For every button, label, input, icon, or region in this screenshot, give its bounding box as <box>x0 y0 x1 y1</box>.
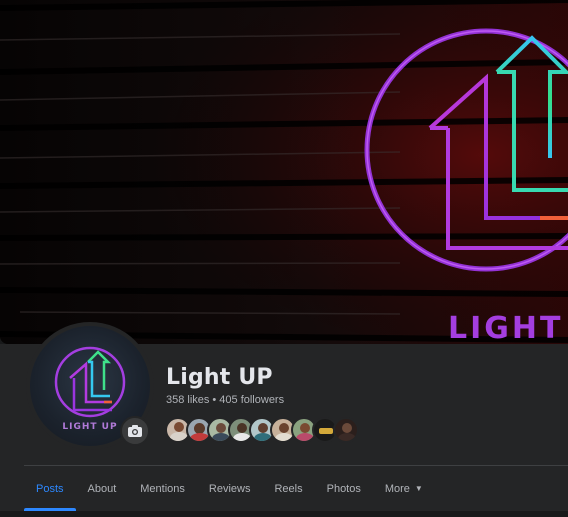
cover-logo-text: LIGHT U <box>448 311 568 344</box>
tab-more-label: More <box>384 482 410 495</box>
tab-mentions[interactable]: Mentions <box>128 466 197 511</box>
followers-count[interactable]: 405 followers <box>219 394 284 406</box>
caret-down-icon: ▼ <box>414 484 423 493</box>
tab-posts[interactable]: Posts <box>24 466 76 511</box>
cover-artwork: LIGHT U <box>0 0 568 344</box>
follower-avatars[interactable] <box>165 417 359 443</box>
tab-more[interactable]: More ▼ <box>373 466 435 511</box>
camera-icon[interactable] <box>120 416 150 446</box>
page-tabs: Posts About Mentions Reviews Reels Photo… <box>24 466 435 511</box>
tab-reels[interactable]: Reels <box>262 466 314 511</box>
tab-reviews[interactable]: Reviews <box>197 466 263 511</box>
tab-about[interactable]: About <box>76 466 129 511</box>
page-stats: 358 likes • 405 followers <box>166 394 284 406</box>
avatar-logo-text: LIGHT UP <box>62 422 117 432</box>
page-title: Light UP <box>166 365 273 390</box>
content-background <box>0 511 568 517</box>
cover-photo[interactable]: LIGHT U <box>0 0 568 344</box>
tab-photos[interactable]: Photos <box>315 466 373 511</box>
likes-count[interactable]: 358 likes <box>166 394 209 406</box>
follower-avatar[interactable] <box>333 417 359 443</box>
stats-separator: • <box>212 394 217 406</box>
